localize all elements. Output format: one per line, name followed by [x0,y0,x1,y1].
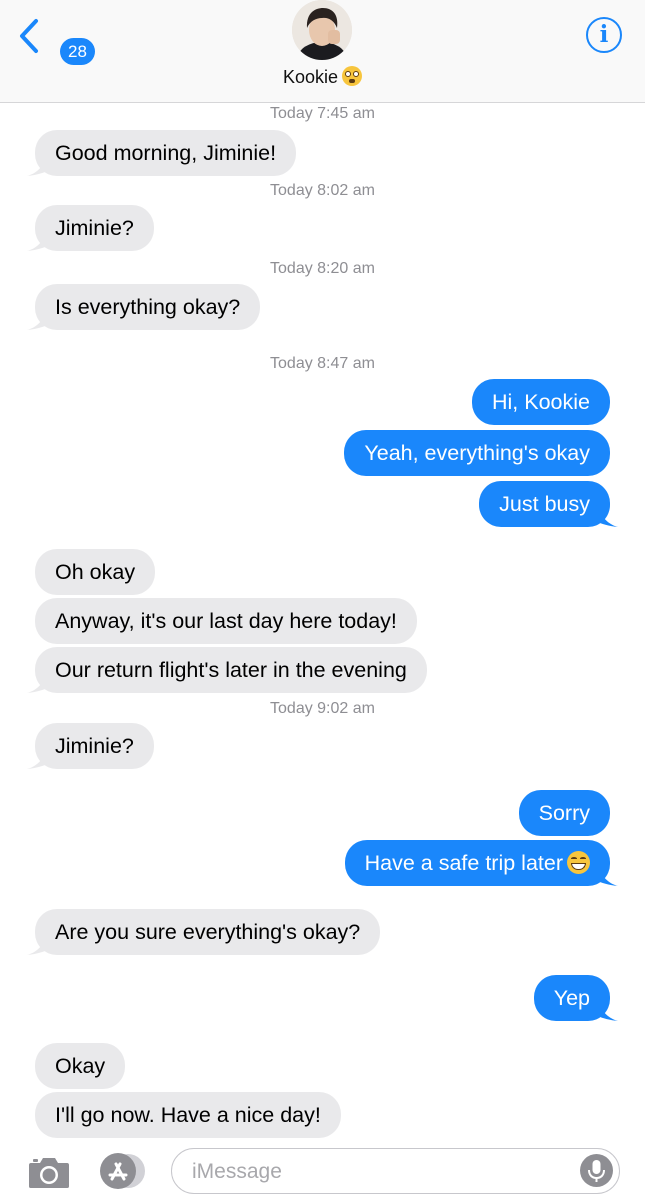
bubble-tail [27,308,49,330]
message-text: Sorry [538,801,590,825]
message-text: Oh okay [55,560,136,584]
timestamp: Today 8:02 am [270,182,375,199]
camera-button[interactable] [28,1154,70,1195]
app-store-button[interactable] [98,1152,148,1190]
incoming-message-bubble[interactable]: I'll go now. Have a nice day! [35,1092,341,1138]
message-text: Yeah, everything's okay [364,441,590,465]
outgoing-message-bubble[interactable]: Yep [533,975,618,1021]
message-text: Is everything okay? [55,295,241,319]
message-text: Anyway, it's our last day here today! [55,609,397,633]
message-text: I'll go now. Have a nice day! [55,1103,321,1127]
timestamp: Today 7:45 am [270,105,375,122]
message-text: Hi, Kookie [492,390,590,414]
message-text: Yep [553,986,590,1010]
timestamp: Today 8:47 am [270,355,375,372]
message-input[interactable]: iMessage [171,1148,620,1194]
conversation-header: 28 Kookie i [0,0,645,103]
incoming-message-bubble[interactable]: Oh okay [35,549,156,595]
bubble-tail [27,229,49,251]
incoming-message-bubble[interactable]: Are you sure everything's okay? [27,909,381,955]
message-text: Okay [55,1054,106,1078]
message-input-placeholder: iMessage [192,1160,282,1183]
incoming-message-bubble[interactable]: Jiminie? [27,205,154,251]
timestamp: Today 9:02 am [270,700,375,717]
contact-name[interactable]: Kookie [0,66,645,88]
chevron-left-icon [20,19,38,53]
bubble-tail [27,154,49,176]
unread-count-badge: 28 [60,38,95,65]
bubble-tail [27,747,49,769]
outgoing-message-bubble[interactable]: Just busy [479,481,618,527]
avatar-photo [292,0,352,60]
bubble-tail [596,999,618,1021]
bubble-tail [596,864,618,886]
incoming-message-bubble[interactable]: Jiminie? [27,723,154,769]
incoming-message-bubble[interactable]: Our return flight's later in the evening [27,647,427,693]
message-text: Our return flight's later in the evening [55,658,407,682]
incoming-message-bubble[interactable]: Is everything okay? [27,284,261,330]
bubble-tail [596,505,618,527]
outgoing-message-bubble[interactable]: Have a safe trip later [344,840,618,886]
bubble-tail [27,933,49,955]
message-text: Good morning, Jiminie! [55,141,277,165]
message-text: Are you sure everything's okay? [55,920,361,944]
message-text: Jiminie? [55,734,134,758]
bubble-tail [27,671,49,693]
microphone-icon [588,1160,605,1182]
incoming-message-bubble[interactable]: Okay [35,1043,126,1089]
composer-bar: iMessage [0,1140,645,1200]
incoming-message-bubble[interactable]: Good morning, Jiminie! [27,130,297,176]
contact-name-text: Kookie [282,67,339,87]
outgoing-message-bubble[interactable]: Sorry [518,790,610,836]
timestamp: Today 8:20 am [270,260,375,277]
outgoing-message-bubble[interactable]: Yeah, everything's okay [344,430,610,476]
message-text: Just busy [499,492,590,516]
info-button[interactable]: i [586,17,622,53]
outgoing-message-bubble[interactable]: Hi, Kookie [472,379,610,425]
contact-avatar[interactable] [292,0,352,60]
dictation-button[interactable] [580,1154,613,1187]
message-text: Have a safe trip later [364,851,563,875]
camera-icon [29,1158,69,1188]
back-button[interactable]: 28 [18,16,95,65]
message-text: Jiminie? [55,216,134,240]
flushed-face-icon [342,66,363,86]
grinning-face-icon [567,851,590,874]
incoming-message-bubble[interactable]: Anyway, it's our last day here today! [35,598,417,644]
app-store-icon [100,1153,145,1189]
